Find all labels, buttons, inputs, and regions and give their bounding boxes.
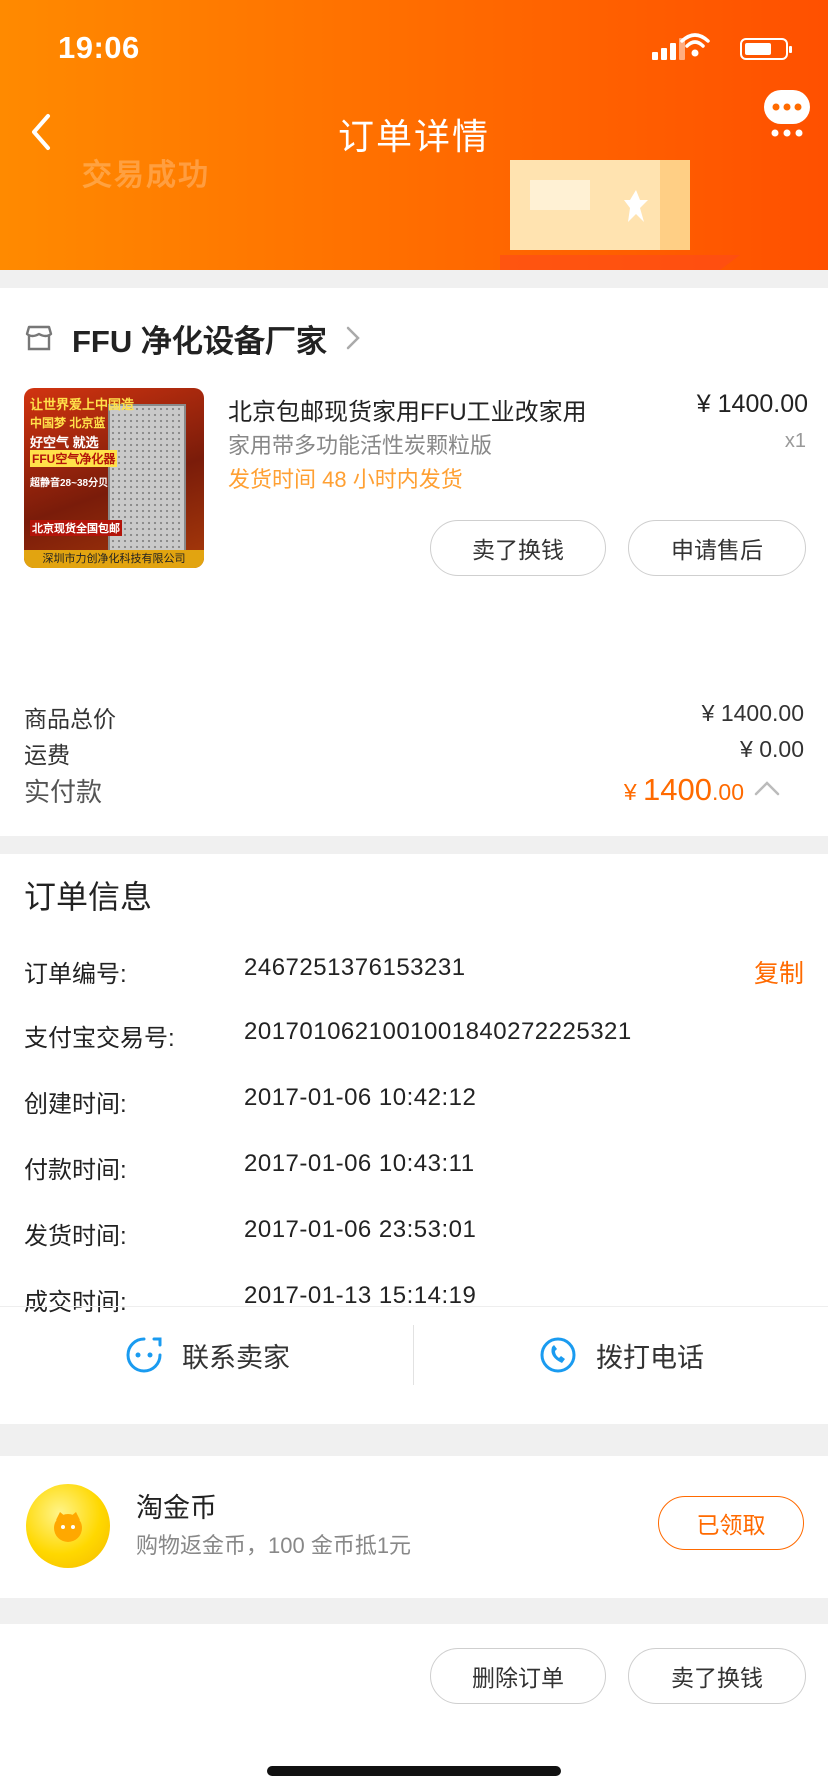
taojinbi-card: 淘金币 购物返金币，100 金币抵1元 已领取: [0, 1456, 828, 1598]
paid-label: 实付款: [24, 777, 103, 807]
coin-title: 淘金币: [136, 1493, 217, 1523]
product-image-text: 北京现货全国包邮: [30, 520, 122, 536]
info-label: 付款时间:: [24, 1157, 127, 1184]
store-product-card: FFU 净化设备厂家 让世界爱上中国造 中国梦 北京蓝 好空气 就选 FFU空气…: [0, 288, 828, 836]
status-time: 19:06: [58, 30, 140, 65]
chat-face-icon: [126, 1337, 162, 1373]
bottom-resell-button[interactable]: 卖了换钱: [628, 1648, 806, 1704]
page-title: 订单详情: [337, 116, 490, 157]
product-image-text: 深圳市力创净化科技有限公司: [24, 550, 204, 568]
info-label: 订单编号:: [24, 961, 127, 988]
product-image-text: 好空气 就选: [30, 435, 99, 450]
paid-row[interactable]: 实付款 ¥ 1400.00: [24, 772, 804, 812]
battery-icon: [740, 38, 792, 60]
resell-button[interactable]: 卖了换钱: [430, 520, 606, 576]
product-spec: 家用带多功能活性炭颗粒版: [228, 433, 493, 458]
info-value: 2017010621001001840272225321: [244, 1018, 632, 1045]
paid-currency: ¥: [623, 779, 644, 805]
paid-time-row: 付款时间: 2017-01-06 10:43:11: [24, 1150, 804, 1184]
info-value: 2467251376153231: [244, 954, 466, 981]
chevron-right-icon: [346, 326, 360, 350]
paid-integer: 1400: [643, 772, 713, 807]
goods-total-value: ¥ 1400.00: [701, 700, 804, 726]
store-name: FFU 净化设备厂家: [72, 323, 327, 359]
created-time-row: 创建时间: 2017-01-06 10:42:12: [24, 1084, 804, 1118]
call-phone-button[interactable]: 拨打电话: [414, 1307, 828, 1403]
phone-icon: [540, 1337, 576, 1373]
product-image-text: 超静音28~38分贝: [30, 478, 109, 489]
contact-seller-label: 联系卖家: [182, 1342, 290, 1373]
shipping-row: 运费 ¥ 0.00: [24, 736, 804, 768]
after-sale-button[interactable]: 申请售后: [628, 520, 806, 576]
order-info-card: 订单信息 订单编号: 2467251376153231 复制 支付宝交易号: 2…: [0, 854, 828, 1424]
paid-decimal: .00: [712, 779, 744, 805]
coin-subtitle: 购物返金币，100 金币抵1元: [136, 1533, 412, 1558]
shipping-label: 运费: [24, 742, 70, 768]
shipped-time-row: 发货时间: 2017-01-06 23:53:01: [24, 1216, 804, 1250]
contact-seller-button[interactable]: 联系卖家: [0, 1307, 414, 1403]
package-illustration: [500, 160, 740, 270]
message-more-icon[interactable]: [762, 88, 812, 138]
wifi-icon: [680, 33, 710, 57]
goods-total-row: 商品总价 ¥ 1400.00: [24, 700, 804, 732]
contact-action-bar: 联系卖家 拨打电话: [0, 1306, 828, 1402]
product-price: ¥ 1400.00: [696, 390, 808, 418]
product-image[interactable]: 让世界爱上中国造 中国梦 北京蓝 好空气 就选 FFU空气净化器 超静音28~3…: [24, 388, 204, 568]
product-image-text: 让世界爱上中国造: [30, 397, 135, 412]
order-number-row: 订单编号: 2467251376153231 复制: [24, 954, 804, 988]
info-label: 发货时间:: [24, 1223, 127, 1250]
product-image-text: 中国梦 北京蓝: [30, 416, 106, 430]
status-bar: 19:06: [58, 30, 792, 70]
goods-total-label: 商品总价: [24, 706, 116, 732]
product-ship-time: 发货时间 48 小时内发货: [228, 467, 463, 492]
paid-amount: ¥ 1400.00: [624, 772, 744, 808]
info-label: 支付宝交易号:: [24, 1025, 175, 1052]
info-value: 2017-01-06 23:53:01: [244, 1216, 477, 1243]
shipping-value: ¥ 0.00: [740, 736, 804, 762]
info-value: 2017-01-06 10:43:11: [244, 1150, 475, 1177]
delete-order-button[interactable]: 删除订单: [430, 1648, 606, 1704]
alipay-trade-row: 支付宝交易号: 2017010621001001840272225321: [24, 1018, 804, 1052]
call-phone-label: 拨打电话: [596, 1342, 704, 1373]
copy-button[interactable]: 复制: [754, 954, 804, 990]
chevron-up-icon[interactable]: [754, 780, 780, 796]
store-link[interactable]: FFU 净化设备厂家: [24, 316, 361, 360]
coin-claimed-button[interactable]: 已领取: [658, 1496, 804, 1550]
product-quantity: x1: [784, 430, 806, 452]
header-bar: 交易成功 19:06 订单详情: [0, 0, 828, 270]
order-info-title: 订单信息: [24, 879, 153, 915]
store-icon: [25, 325, 53, 351]
product-title[interactable]: 北京包邮现货家用FFU工业改家用: [228, 392, 587, 427]
gold-coin-icon: [26, 1484, 110, 1568]
info-value: 2017-01-06 10:42:12: [244, 1084, 477, 1111]
home-indicator[interactable]: [267, 1766, 561, 1776]
product-image-text: FFU空气净化器: [30, 450, 118, 467]
info-label: 创建时间:: [24, 1091, 127, 1118]
